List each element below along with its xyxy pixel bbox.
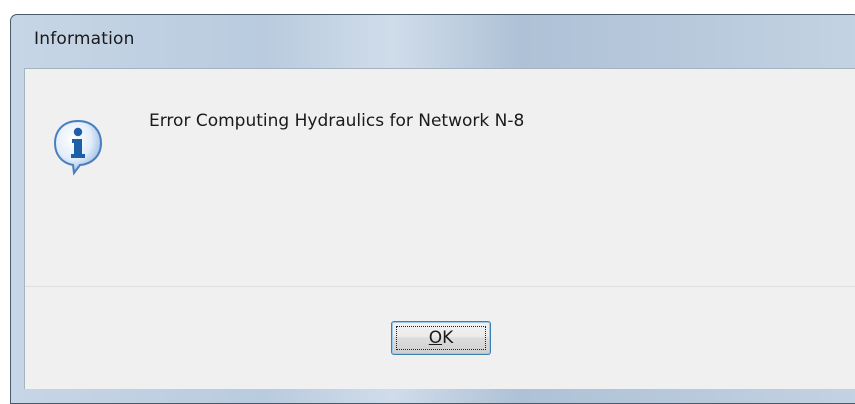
title-bar[interactable]: Information [11, 15, 855, 67]
error-message: Error Computing Hydraulics for Network N… [149, 111, 525, 131]
message-area: Error Computing Hydraulics for Network N… [25, 69, 855, 286]
window-title: Information [34, 29, 135, 49]
ok-button-label: OK [428, 328, 454, 348]
ok-button[interactable]: OK [391, 321, 491, 355]
separator [25, 286, 855, 287]
dialog-window: Information Error Computing Hydraulics f… [10, 14, 855, 404]
window-bottom-border [11, 389, 855, 403]
information-icon [53, 119, 103, 176]
dialog-client-area: Error Computing Hydraulics for Network N… [24, 68, 855, 403]
